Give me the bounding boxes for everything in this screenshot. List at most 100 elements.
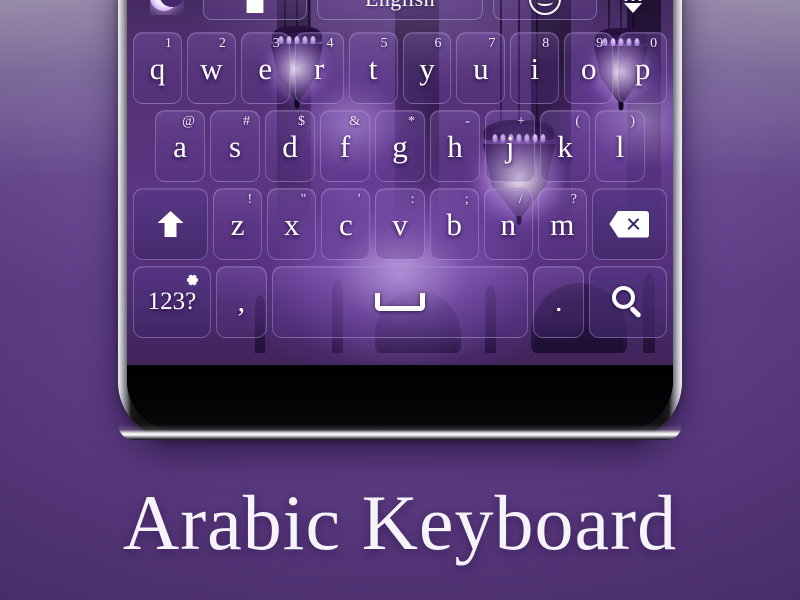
language-button[interactable]: English [317,0,483,20]
key-z[interactable]: ! z [213,188,263,260]
period-key[interactable]: . [533,266,585,338]
key-label: s [228,128,242,164]
key-m[interactable]: ? m [537,188,587,260]
key-sup: ( [575,114,580,129]
search-icon [611,285,645,319]
key-j[interactable]: + j [485,110,535,182]
key-t[interactable]: 5t [348,32,398,104]
key-label: g [392,128,408,164]
comma-label: , [237,285,246,318]
numeric-label: 123? [147,288,197,315]
key-sup: ; [464,192,469,207]
screen-black-area [127,361,673,431]
key-label: k [557,128,573,164]
key-label: d [282,128,298,164]
key-n[interactable]: / n [483,188,533,260]
backspace-icon [609,210,650,238]
spacebar-icon [375,293,425,311]
key-k[interactable]: (k [540,110,590,182]
key-sup: 8 [542,36,550,51]
key-label: n [500,206,516,242]
key-f[interactable]: & f [320,110,370,182]
app-title: Arabic Keyboard [0,478,800,568]
shift-arrow-icon [157,211,184,237]
app-title-text: Arabic Keyboard [122,479,678,566]
smiley-face-icon [529,0,561,15]
key-d[interactable]: $ d [265,110,315,182]
key-label: v [392,206,408,242]
key-sup: " [300,192,307,207]
key-y[interactable]: 6y [402,32,452,104]
key-sup: - [465,114,470,129]
keypad-button[interactable] [607,0,659,21]
crescent-moon-icon [150,0,184,15]
key-x[interactable]: " x [267,188,317,260]
key-label: c [338,206,353,242]
key-q[interactable]: 1q [133,32,182,104]
key-p[interactable]: 0p [618,32,668,104]
key-u[interactable]: 7u [456,32,506,104]
keypad-dots-icon [617,0,649,15]
key-r[interactable]: 4r [294,32,344,104]
backspace-key[interactable] [591,188,667,260]
key-label: y [419,50,435,86]
key-label: e [258,50,273,86]
key-label: j [505,128,515,164]
key-b[interactable]: ; b [429,188,479,260]
key-sup: 2 [218,36,226,51]
key-sup: ! [247,192,253,207]
phone-bottom-chrome [118,424,682,440]
key-w[interactable]: 2w [186,32,236,104]
key-sup: $ [298,114,305,129]
key-sup: + [517,114,525,129]
key-c[interactable]: ' c [321,188,371,260]
key-sup: @ [182,114,195,129]
key-label: i [530,50,540,86]
tshirt-icon [240,0,270,13]
key-label: b [446,206,462,242]
phone-screen: English 1q 2w 3e 4 [127,0,673,431]
key-sup: ? [570,192,577,207]
key-i[interactable]: 8i [510,32,560,104]
key-row-4: 123? , . [127,266,673,338]
key-label: q [149,50,166,86]
keyboard-panel: English 1q 2w 3e 4 [127,0,673,365]
key-o[interactable]: 9o [564,32,614,104]
theme-button[interactable] [203,0,307,20]
phone-mockup: English 1q 2w 3e 4 [118,0,682,440]
key-label: o [580,50,597,86]
search-key[interactable] [589,266,668,338]
period-label: . [554,285,563,318]
key-sup: 5 [380,36,388,51]
key-sup: : [410,192,415,207]
key-label: f [339,128,351,164]
key-label: w [200,50,223,86]
emoji-button[interactable] [493,0,597,20]
key-h[interactable]: -h [430,110,480,182]
key-sup: ' [357,192,361,207]
language-label: English [365,0,435,12]
key-row-2: @ a # s $ d & f * g -h + j (k ) l [127,110,673,182]
key-label: a [173,128,187,164]
space-key[interactable] [271,266,529,338]
numeric-mode-key[interactable]: 123? [133,266,211,338]
moon-icon-button[interactable] [141,0,193,21]
key-row-3: ! z " x ' c :v ; b / n ? m [127,188,673,260]
key-l[interactable]: ) l [595,110,645,182]
key-sup: ) [630,114,635,129]
key-sup: 3 [272,36,280,51]
key-label: p [634,50,651,86]
key-s[interactable]: # s [210,110,260,182]
shift-key[interactable] [133,188,209,260]
key-sup: 7 [488,36,496,51]
key-e[interactable]: 3e [240,32,290,104]
comma-key[interactable]: , [215,266,267,338]
key-g[interactable]: * g [375,110,425,182]
key-sup: & [349,114,360,129]
key-label: r [314,50,325,86]
key-sup: 6 [434,36,442,51]
key-sup: 4 [326,36,334,51]
key-v[interactable]: :v [375,188,425,260]
key-label: l [615,128,625,164]
key-a[interactable]: @ a [155,110,205,182]
